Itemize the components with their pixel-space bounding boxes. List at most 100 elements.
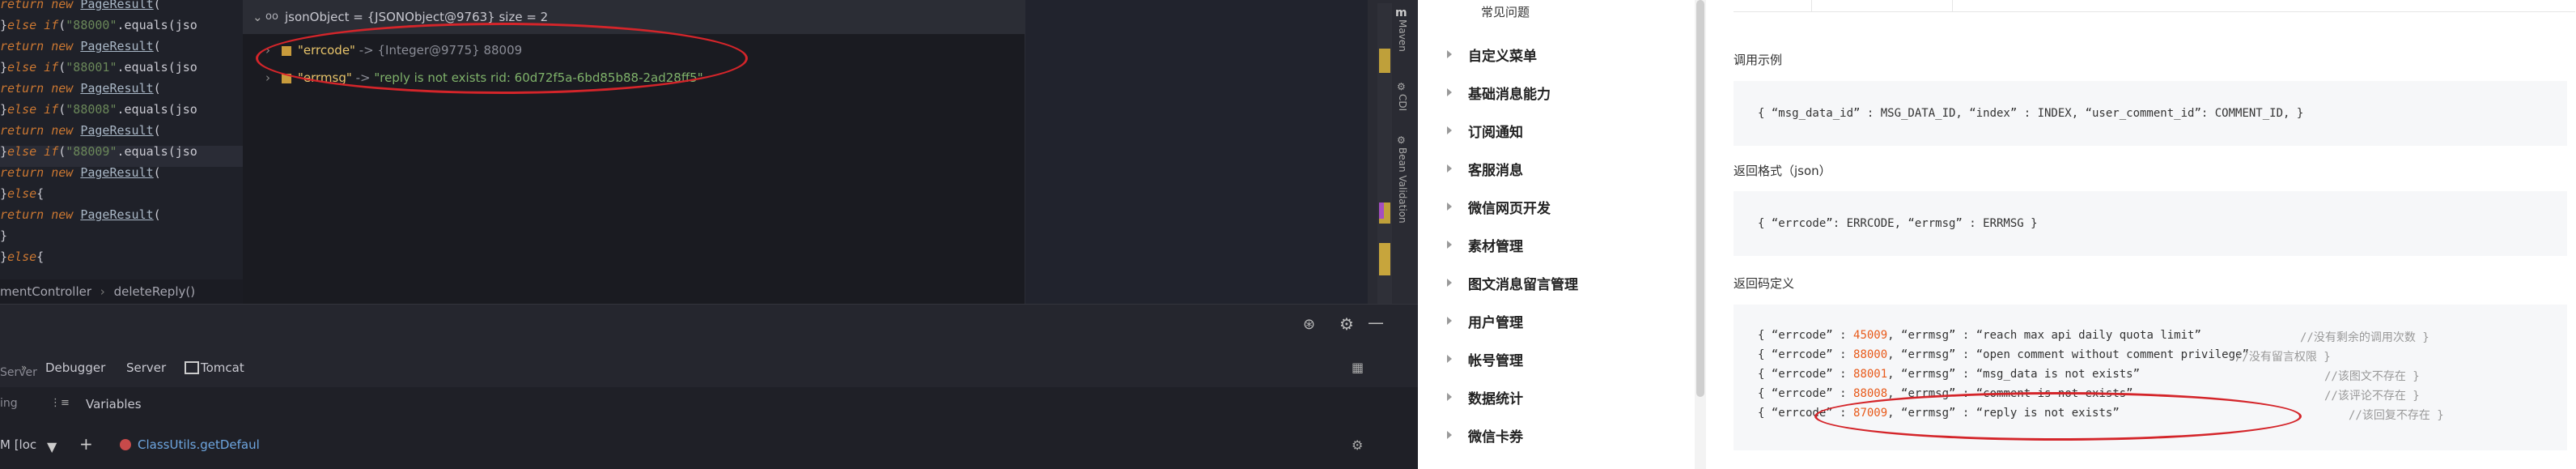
code-token: { “errcode” : (1758, 348, 1854, 361)
nav-item[interactable]: 订阅通知 (1468, 121, 1523, 141)
nav-item[interactable]: 用户管理 (1468, 311, 1523, 331)
code-comment: //该回复不存在 } (2349, 409, 2444, 422)
code-token: PageResult (80, 0, 154, 11)
nav-item[interactable]: 客服消息 (1468, 159, 1523, 179)
code-token: } (0, 102, 8, 117)
maven-m-icon[interactable]: m (1395, 6, 1407, 19)
cdi-icon: ⚙ (1397, 81, 1406, 92)
code-token: PageResult (80, 39, 154, 53)
return-code-row: { “errcode” : 45009, “errmsg” : “reach m… (1758, 329, 2201, 342)
tab-server[interactable]: Server (126, 348, 166, 387)
code-line[interactable]: }else if("88008".equals(jso (0, 99, 197, 120)
nav-item-faq[interactable]: 常见问题 (1481, 3, 1530, 20)
code-line[interactable]: return new PageResult( (0, 120, 161, 141)
code-comment: //该图文不存在 } (2324, 370, 2420, 383)
code-line[interactable]: } (0, 225, 7, 246)
annotation-ellipse (256, 23, 748, 94)
chevron-right-icon[interactable] (1447, 241, 1452, 249)
code-line[interactable]: return new PageResult( (0, 36, 161, 57)
chevron-right-icon[interactable] (1447, 317, 1452, 325)
code-comment: //该评论不存在 } (2324, 390, 2420, 403)
scrollbar-thumb[interactable] (1696, 0, 1704, 397)
return-format-line: { “errcode”: ERRCODE, “errmsg” : ERRMSG … (1758, 217, 2038, 230)
layout-icon[interactable]: ▦ (1352, 360, 1364, 375)
code-line[interactable]: }else if("88000".equals(jso (0, 15, 197, 36)
filter-icon[interactable]: ▼ (47, 439, 57, 454)
code-token: ( (153, 39, 161, 53)
chevron-down-icon[interactable]: ⌄ (253, 0, 263, 34)
tab-extra-ing: ing (0, 397, 18, 410)
code-token: ( (58, 18, 66, 32)
code-line[interactable]: }else{ (0, 246, 44, 267)
chevron-right-icon[interactable] (1447, 50, 1452, 58)
code-token: new (51, 123, 74, 138)
nav-item[interactable]: 帐号管理 (1468, 349, 1523, 369)
code-token: { (36, 249, 45, 264)
side-label-cdi[interactable]: CDI (1395, 94, 1408, 111)
code-token: else if (7, 144, 59, 159)
side-label-bean-validation[interactable]: Bean Validation (1395, 147, 1408, 224)
return-code-row: { “errcode” : 88001, “errmsg” : “msg_dat… (1758, 368, 2140, 381)
code-token: } (0, 144, 8, 159)
gear-icon[interactable]: ⚙ (1339, 314, 1354, 334)
code-line[interactable]: }else if("88009".equals(jso (0, 141, 197, 162)
breadcrumb-class[interactable]: mentController (0, 284, 91, 299)
stack-frame-text[interactable]: ClassUtils.getDefaul (138, 437, 260, 452)
code-token: } (0, 60, 8, 75)
tab-debugger[interactable]: Debugger (45, 348, 106, 390)
code-token: .equals(jso (117, 60, 197, 75)
breadcrumb-method[interactable]: deleteReply() (114, 284, 196, 299)
return-format-code: { “errcode”: ERRCODE, “errmsg” : ERRMSG … (1734, 191, 2567, 256)
call-example-code: { “msg_data_id” : MSG_DATA_ID, “index” :… (1734, 81, 2567, 146)
collapse-icon[interactable]: ⋮≡ (50, 397, 70, 409)
code-editor[interactable]: return new PageResult( }else if("88000".… (0, 0, 243, 279)
code-token: ( (153, 165, 161, 180)
nav-item[interactable]: 图文消息留言管理 (1468, 273, 1578, 293)
nav-item[interactable]: 微信卡券 (1468, 425, 1523, 446)
nav-item[interactable]: 微信网页开发 (1468, 197, 1551, 217)
tab-tomcat[interactable]: Tomcat (201, 348, 244, 387)
chevron-right-icon[interactable] (1447, 279, 1452, 287)
code-token: return (0, 207, 45, 222)
settings-circle-icon[interactable]: ⊛ (1303, 316, 1315, 333)
breadcrumb: mentController › deleteReply() (0, 279, 247, 304)
code-token: , “errmsg” : (1887, 329, 1976, 342)
code-line[interactable]: return new PageResult( (0, 162, 161, 183)
nav-item[interactable]: 素材管理 (1468, 235, 1523, 255)
nav-item[interactable]: 自定义菜单 (1468, 45, 1537, 65)
side-label-maven[interactable]: Maven (1395, 19, 1408, 52)
code-token: new (51, 39, 74, 53)
code-line[interactable]: return new PageResult( (0, 78, 161, 99)
chevron-right-icon[interactable] (1447, 431, 1452, 439)
chevron-right-icon[interactable] (1447, 393, 1452, 401)
chevron-right-icon[interactable] (1447, 355, 1452, 363)
nav-item[interactable]: 数据统计 (1468, 387, 1523, 407)
chevron-right-icon[interactable] (1447, 164, 1452, 173)
section-call-example: 调用示例 (1734, 53, 1783, 67)
code-token: return (0, 123, 45, 138)
bean-validation-icon: ⚙ (1397, 134, 1406, 146)
nav-item[interactable]: 基础消息能力 (1468, 83, 1551, 103)
code-line[interactable]: }else if("88001".equals(jso (0, 57, 197, 78)
chevron-right-icon[interactable] (1447, 88, 1452, 96)
code-line[interactable]: return new PageResult( (0, 0, 161, 15)
settings-icon[interactable]: ⚙ (1352, 437, 1363, 453)
frame-prefix: M [loc (0, 437, 37, 452)
annotation-ellipse (1814, 392, 2302, 441)
doc-sidebar: 常见问题 自定义菜单基础消息能力 订阅通知客服消息微信网页开发 素材管理图文消息留言… (1418, 0, 1695, 469)
chevron-right-icon[interactable] (1447, 203, 1452, 211)
code-line[interactable]: return new PageResult( (0, 204, 161, 225)
chevron-right-icon[interactable] (1447, 126, 1452, 134)
minimize-icon[interactable]: — (1368, 313, 1384, 332)
tomcat-icon (185, 361, 199, 374)
code-line[interactable]: }else{ (0, 183, 44, 204)
code-token: “reach max api daily quota limit” (1975, 329, 2201, 342)
add-icon[interactable]: + (79, 434, 93, 454)
code-token: } (0, 186, 8, 201)
code-token: , “errmsg” : (1887, 368, 1976, 381)
marker (1379, 203, 1384, 219)
